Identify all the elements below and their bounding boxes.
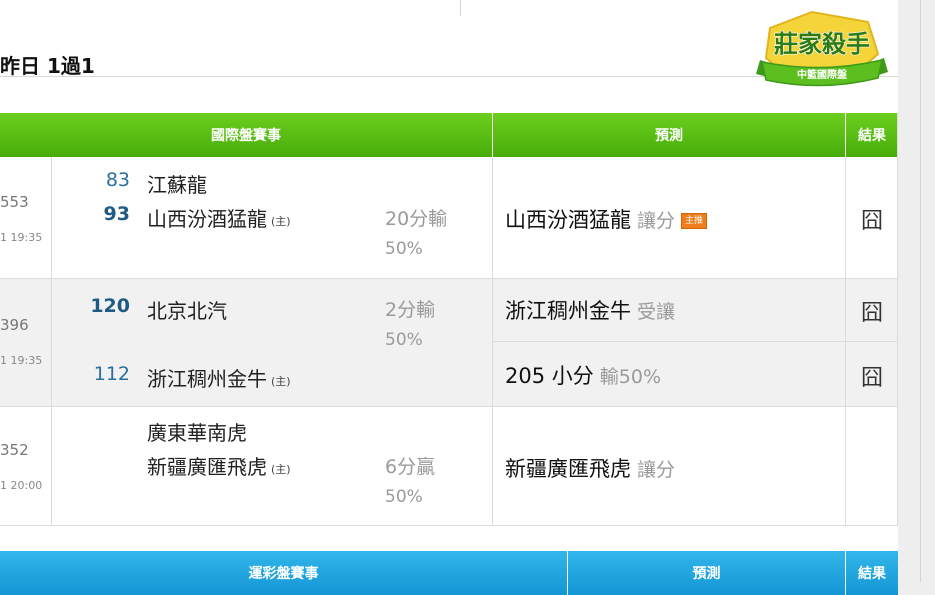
- home-tag: (主): [271, 374, 291, 388]
- game-time: 1 19:35: [0, 354, 43, 367]
- featured-badge: 主推: [681, 213, 708, 229]
- result-icon: 囧: [860, 366, 883, 391]
- home-tag: (主): [271, 462, 291, 476]
- away-score: 120: [90, 295, 130, 317]
- home-score: 112: [93, 363, 130, 385]
- prediction[interactable]: 山西汾酒猛龍 讓分 主推: [505, 204, 708, 234]
- game-id: 553: [0, 193, 29, 211]
- prediction[interactable]: 205 小分 輸50%: [505, 360, 661, 390]
- header-result: 結果: [846, 113, 898, 157]
- logo-text-main: 莊家殺手: [774, 30, 870, 58]
- away-team: 江蘇龍: [147, 173, 207, 197]
- handicap-line: 20分輸 50%: [385, 208, 448, 259]
- away-team: 廣東華南虎: [147, 421, 247, 445]
- result-icon: 囧: [860, 301, 883, 326]
- table-row: 553 1 19:35 83 江蘇龍 93 山西汾酒猛龍 (主) 20分輸 50% …: [0, 157, 898, 279]
- away-score: 83: [105, 169, 130, 191]
- divider: [460, 0, 461, 16]
- home-tag: (主): [271, 214, 291, 228]
- home-team: 山西汾酒猛龍 (主): [147, 207, 291, 231]
- logo-text-sub: 中籃國際盤: [797, 68, 848, 81]
- header-prediction: 預測: [493, 113, 845, 157]
- game-time: 1 19:35: [0, 231, 43, 244]
- logo-badge: 莊家殺手 中籃國際盤: [756, 10, 888, 87]
- game-id: 352: [0, 441, 29, 459]
- away-team: 北京北汽: [147, 299, 227, 323]
- prediction[interactable]: 浙江稠州金牛 受讓: [505, 295, 675, 325]
- section-title: 昨日 1過1: [0, 54, 95, 78]
- prediction[interactable]: 新疆廣匯飛虎 讓分: [505, 453, 675, 483]
- header-result: 結果: [846, 551, 898, 595]
- table-row: 352 1 20:00 廣東華南虎 新疆廣匯飛虎 (主) 6分贏 50% 新疆廣匯飛…: [0, 407, 898, 526]
- right-gutter: [898, 0, 935, 582]
- home-team: 新疆廣匯飛虎 (主): [147, 455, 291, 479]
- home-score: 93: [103, 203, 130, 225]
- game-time: 1 20:00: [0, 479, 43, 492]
- table-row: 396 1 19:35 120 北京北汽 112 浙江稠州金牛 (主) 2分輸 50…: [0, 279, 898, 407]
- header-match: 運彩盤賽事: [0, 551, 567, 595]
- handicap-line: 6分贏 50%: [385, 456, 436, 507]
- result-icon: 囧: [860, 209, 883, 234]
- handicap-line: 2分輸 50%: [385, 299, 436, 350]
- header-prediction: 預測: [568, 551, 845, 595]
- home-team: 浙江稠州金牛 (主): [147, 367, 291, 391]
- header-match: 國際盤賽事: [0, 113, 492, 157]
- game-id: 396: [0, 316, 29, 334]
